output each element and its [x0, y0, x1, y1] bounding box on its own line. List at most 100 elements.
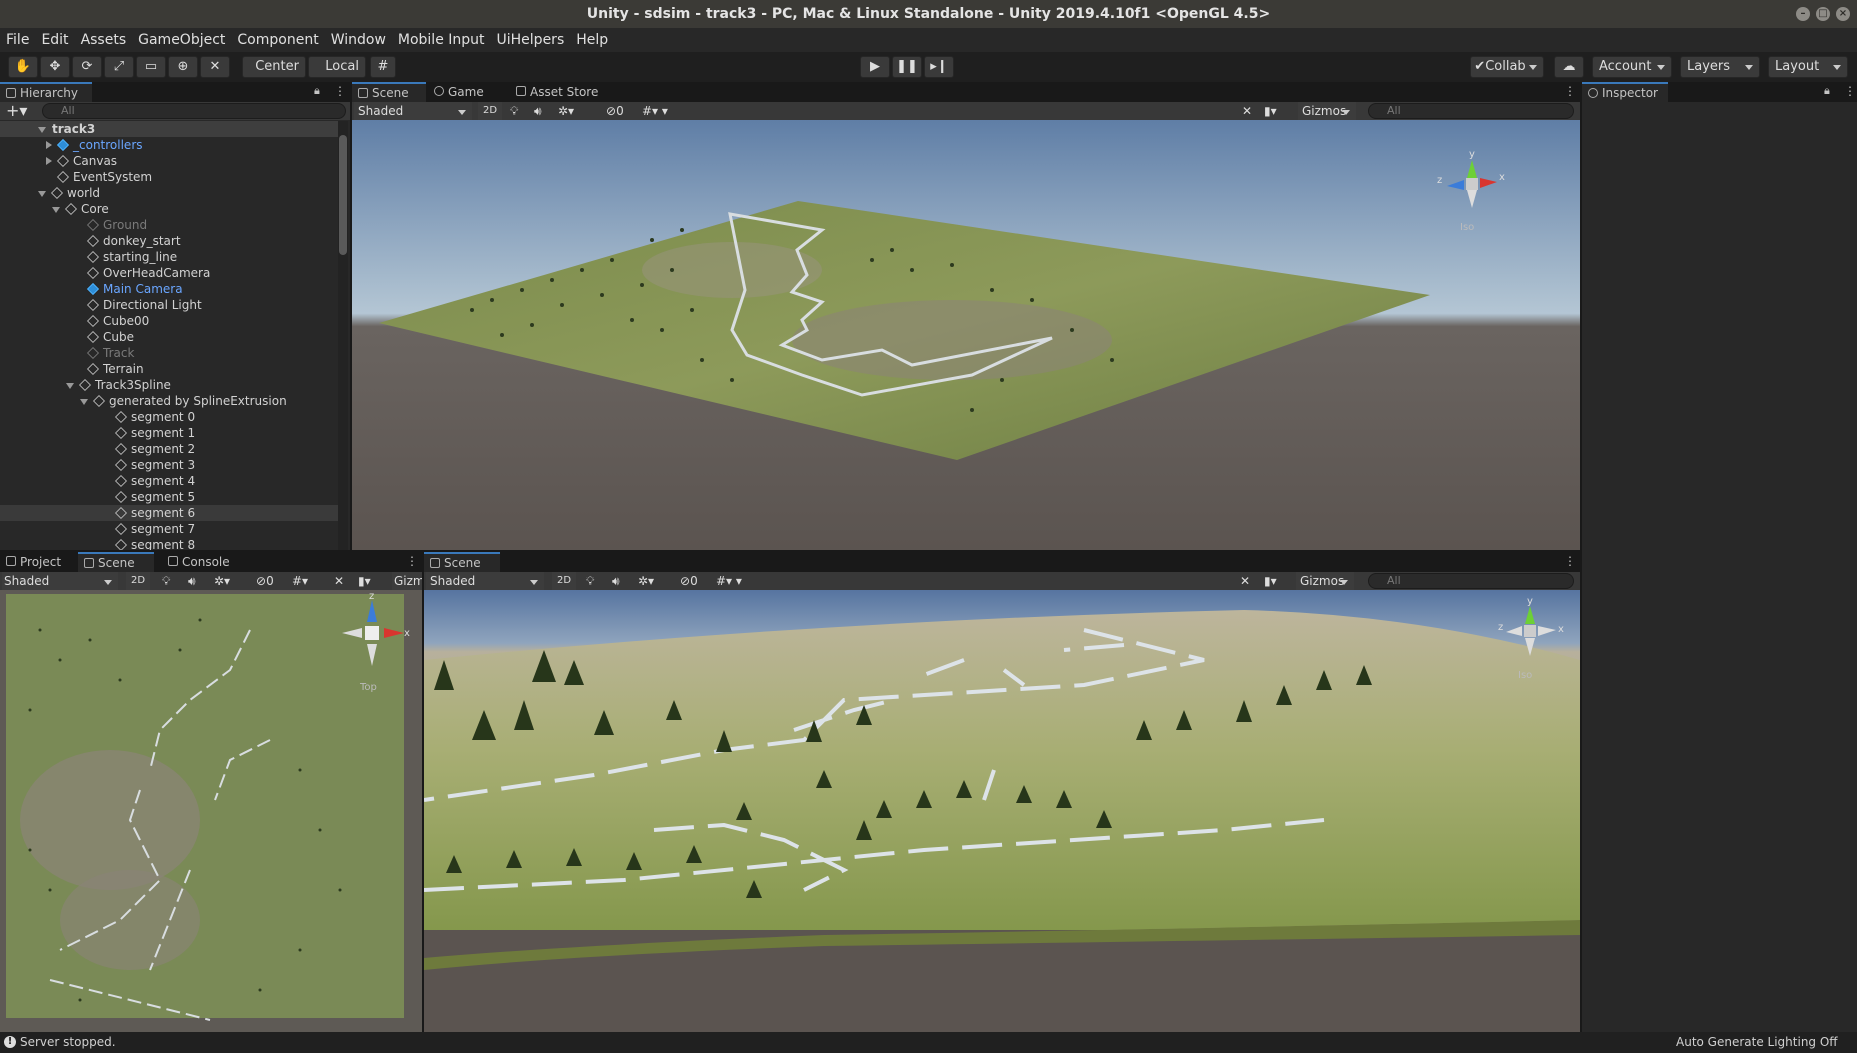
scene-root-row[interactable]: track3	[0, 121, 340, 137]
step-button[interactable]: ▸❙	[924, 56, 954, 78]
toggle-2d-button-2[interactable]: 2D	[126, 572, 150, 590]
hidden-objects-icon-3[interactable]: ⊘0	[680, 572, 710, 590]
custom-tool-icon[interactable]: ✕	[200, 56, 230, 78]
lighting-toggle-icon-3[interactable]: 💡︎	[586, 572, 604, 590]
maximize-icon[interactable]: □	[1816, 7, 1830, 21]
hierarchy-item[interactable]: donkey_start	[0, 233, 340, 249]
menu-component[interactable]: Component	[237, 32, 318, 48]
scene-more-icon[interactable]: ⋮	[1564, 84, 1576, 98]
menu-file[interactable]: File	[6, 32, 29, 48]
layers-dropdown[interactable]: Layers	[1680, 56, 1760, 78]
pause-button[interactable]: ❚❚	[892, 56, 922, 78]
expand-icon[interactable]	[46, 157, 52, 165]
menu-assets[interactable]: Assets	[81, 32, 127, 48]
rotate-tool-icon[interactable]: ⟳	[72, 56, 102, 78]
tab-scene[interactable]: Scene	[352, 82, 426, 102]
tab-game[interactable]: Game	[428, 82, 494, 102]
expand-icon[interactable]	[66, 383, 74, 389]
audio-toggle-icon-2[interactable]: 🔊︎	[188, 572, 206, 590]
hierarchy-item[interactable]: OverHeadCamera	[0, 265, 340, 281]
more-options-icon[interactable]: ⋮	[334, 84, 346, 98]
shading-mode-dropdown-3[interactable]: Shaded	[426, 572, 544, 590]
grid-toggle-icon-3[interactable]: #▾ ▾	[716, 572, 756, 590]
hierarchy-scrollbar[interactable]	[338, 121, 348, 550]
scrollbar-thumb[interactable]	[339, 135, 347, 255]
hierarchy-item[interactable]: Canvas	[0, 153, 340, 169]
hierarchy-item[interactable]: segment 7	[0, 521, 340, 537]
effects-dropdown-icon-3[interactable]: ✲▾	[638, 572, 670, 590]
hierarchy-item[interactable]: EventSystem	[0, 169, 340, 185]
scene-viewport-perspective[interactable]: y x z Iso	[424, 590, 1580, 1032]
scene-viewport-top[interactable]: y x z Iso	[352, 120, 1580, 550]
play-button[interactable]: ▶	[860, 56, 890, 78]
effects-dropdown-icon[interactable]: ✲▾	[558, 102, 588, 120]
tools-icon[interactable]: ✕	[1242, 102, 1260, 120]
audio-toggle-icon[interactable]: 🔊︎	[534, 102, 552, 120]
hierarchy-item[interactable]: segment 5	[0, 489, 340, 505]
shading-mode-dropdown-2[interactable]: Shaded	[2, 572, 118, 590]
pivot-local-button[interactable]: Local	[308, 56, 366, 78]
hierarchy-item[interactable]: Directional Light	[0, 297, 340, 313]
scene-search-input[interactable]: All	[1368, 103, 1574, 119]
move-tool-icon[interactable]: ✥	[40, 56, 70, 78]
effects-dropdown-icon-2[interactable]: ✲▾	[214, 572, 246, 590]
hierarchy-item[interactable]: starting_line	[0, 249, 340, 265]
hierarchy-item[interactable]: generated by SplineExtrusion	[0, 393, 340, 409]
expand-icon[interactable]	[38, 127, 46, 133]
gizmo-center-cube-3[interactable]	[1524, 625, 1536, 637]
status-message[interactable]: Server stopped.	[20, 1032, 116, 1053]
tools-icon-3[interactable]: ✕	[1240, 572, 1258, 590]
hierarchy-item[interactable]: world	[0, 185, 340, 201]
expand-icon[interactable]	[46, 141, 52, 149]
lighting-toggle-icon-2[interactable]: 💡︎	[162, 572, 180, 590]
tab-scene-2[interactable]: Scene	[78, 552, 154, 572]
inspector-lock-icon[interactable]: 🔒︎	[1824, 84, 1830, 98]
scene-viewport-top-down[interactable]: z x Top	[0, 590, 422, 1032]
menu-edit[interactable]: Edit	[41, 32, 68, 48]
close-icon[interactable]: ×	[1836, 7, 1850, 21]
hierarchy-item[interactable]: Cube	[0, 329, 340, 345]
hidden-objects-icon-2[interactable]: ⊘0	[256, 572, 286, 590]
shading-mode-dropdown[interactable]: Shaded	[354, 102, 472, 120]
hierarchy-item[interactable]: segment 0	[0, 409, 340, 425]
hierarchy-item[interactable]: Track3Spline	[0, 377, 340, 393]
hidden-objects-icon[interactable]: ⊘0	[606, 102, 636, 120]
hierarchy-search-input[interactable]: All	[42, 103, 346, 119]
tools-icon-2[interactable]: ✕	[334, 572, 352, 590]
cloud-icon[interactable]: ☁	[1554, 56, 1584, 78]
lock-icon[interactable]: 🔒︎	[314, 84, 320, 98]
hierarchy-item[interactable]: Track	[0, 345, 340, 361]
rect-tool-icon[interactable]: ▭	[136, 56, 166, 78]
gizmos-dropdown-3[interactable]: Gizmos	[1296, 572, 1354, 590]
camera-dropdown-icon[interactable]: ▮▾	[1264, 102, 1294, 120]
tab-scene-3[interactable]: Scene	[424, 552, 500, 572]
grid-snap-icon[interactable]: #	[370, 56, 396, 78]
hierarchy-item[interactable]: segment 1	[0, 425, 340, 441]
minimize-icon[interactable]: –	[1796, 7, 1810, 21]
hierarchy-item[interactable]: segment 2	[0, 441, 340, 457]
hierarchy-item[interactable]: _controllers	[0, 137, 340, 153]
menu-gameobject[interactable]: GameObject	[138, 32, 225, 48]
scale-tool-icon[interactable]: ⤢	[104, 56, 134, 78]
gizmo-center-cube-2[interactable]	[365, 626, 379, 640]
grid-toggle-icon[interactable]: #▾ ▾	[642, 102, 682, 120]
projection-label-2[interactable]: Top	[359, 682, 377, 693]
menu-window[interactable]: Window	[331, 32, 386, 48]
transform-tool-icon[interactable]: ⊕	[168, 56, 198, 78]
grid-toggle-icon-2[interactable]: #▾	[292, 572, 332, 590]
scene-search-input-3[interactable]: All	[1368, 573, 1574, 589]
hierarchy-item[interactable]: Terrain	[0, 361, 340, 377]
expand-icon[interactable]	[38, 191, 46, 197]
menu-mobile-input[interactable]: Mobile Input	[398, 32, 485, 48]
layout-dropdown[interactable]: Layout	[1768, 56, 1848, 78]
toggle-2d-button-3[interactable]: 2D	[552, 572, 576, 590]
hierarchy-item[interactable]: segment 8	[0, 537, 340, 550]
pivot-center-button[interactable]: Center	[242, 56, 306, 78]
bottom-left-more-icon[interactable]: ⋮	[406, 554, 418, 568]
menu-uihelpers[interactable]: UiHelpers	[497, 32, 565, 48]
collab-dropdown[interactable]: ✔Collab	[1470, 56, 1544, 78]
hand-tool-icon[interactable]: ✋	[8, 56, 38, 78]
camera-dropdown-icon-3[interactable]: ▮▾	[1264, 572, 1294, 590]
tab-hierarchy[interactable]: Hierarchy	[0, 82, 92, 102]
expand-icon[interactable]	[52, 207, 60, 213]
